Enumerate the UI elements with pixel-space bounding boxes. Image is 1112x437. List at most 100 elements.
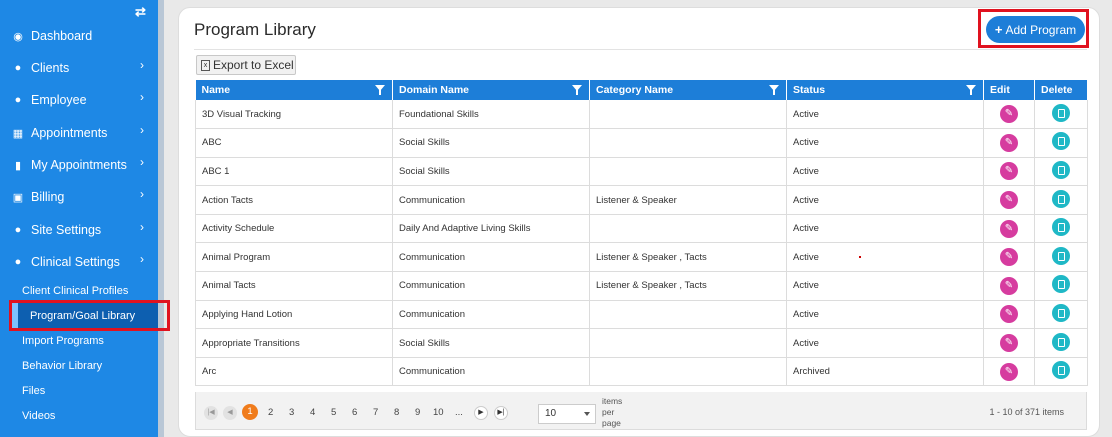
- column-header-category[interactable]: Category Name: [589, 80, 787, 100]
- page-link[interactable]: 5: [331, 407, 336, 418]
- sub-item-behavior-library[interactable]: Behavior Library: [22, 360, 102, 372]
- cell-status: Active: [786, 242, 984, 273]
- cell-category: [589, 357, 787, 387]
- page-link-more[interactable]: ...: [455, 407, 463, 418]
- cell-name: Arc: [195, 357, 393, 387]
- delete-icon[interactable]: [1052, 160, 1070, 179]
- cell-name: Action Tacts: [195, 185, 393, 215]
- sidebar-item-appointments[interactable]: ▦ Appointments ›: [0, 121, 158, 145]
- filter-icon[interactable]: [572, 85, 582, 95]
- delete-icon[interactable]: [1052, 361, 1070, 380]
- column-label: Domain Name: [399, 84, 470, 96]
- delete-icon[interactable]: [1052, 246, 1070, 265]
- highlight-box-add-program: [978, 9, 1089, 48]
- cell-status-text: Active: [793, 308, 819, 320]
- sidebar-item-billing[interactable]: ▣ Billing ›: [0, 185, 158, 209]
- edit-icon[interactable]: ✎: [1000, 219, 1018, 238]
- cell-delete: [1034, 357, 1088, 387]
- last-page-icon[interactable]: ▶|: [494, 406, 508, 420]
- cell-name: Animal Program: [195, 242, 393, 273]
- page-link[interactable]: 8: [394, 407, 399, 418]
- page-link[interactable]: 4: [310, 407, 315, 418]
- column-header-status[interactable]: Status: [786, 80, 984, 100]
- sidebar-item-site-settings[interactable]: ● Site Settings ›: [0, 218, 158, 242]
- table-row: Animal Tacts Communication Listener & Spea…: [195, 271, 1088, 301]
- cell-edit: ✎: [983, 271, 1035, 301]
- cell-edit: ✎: [983, 214, 1035, 244]
- page-link[interactable]: 3: [289, 407, 294, 418]
- cell-category-text: Listener & Speaker , Tacts: [596, 251, 707, 263]
- delete-icon[interactable]: [1052, 132, 1070, 151]
- cell-name-text: Action Tacts: [202, 194, 254, 206]
- cell-category: [589, 300, 787, 330]
- sub-item-files[interactable]: Files: [22, 385, 45, 397]
- sidebar: ⇄ ◉ Dashboard ● Clients › ● Employee › ▦…: [0, 0, 158, 437]
- cell-status: Active: [786, 128, 984, 158]
- filter-icon[interactable]: [375, 85, 385, 95]
- cell-status-text: Active: [793, 108, 819, 120]
- stray-dot: [858, 256, 861, 259]
- edit-icon[interactable]: ✎: [1000, 334, 1018, 353]
- sub-item-client-clinical-profiles[interactable]: Client Clinical Profiles: [22, 285, 128, 297]
- excel-icon: x: [201, 59, 210, 71]
- delete-icon[interactable]: [1052, 332, 1070, 351]
- cell-category: Listener & Speaker: [589, 185, 787, 215]
- edit-icon[interactable]: ✎: [1000, 362, 1018, 381]
- prev-page-icon[interactable]: ◀: [223, 406, 237, 420]
- delete-icon[interactable]: [1052, 303, 1070, 322]
- cell-domain-text: Communication: [399, 308, 465, 320]
- delete-icon[interactable]: [1052, 103, 1070, 122]
- sidebar-toggle-icon[interactable]: ⇄: [135, 4, 146, 20]
- edit-icon[interactable]: ✎: [1000, 305, 1018, 324]
- page-link[interactable]: 9: [415, 407, 420, 418]
- column-header-domain[interactable]: Domain Name: [392, 80, 590, 100]
- table-row: Animal Program Communication Listener & Sp…: [195, 242, 1088, 273]
- edit-icon[interactable]: ✎: [1000, 105, 1018, 124]
- main-panel: Program Library + Add Program x Export t…: [178, 7, 1100, 437]
- sidebar-item-employee[interactable]: ● Employee ›: [0, 88, 158, 112]
- sidebar-item-clients[interactable]: ● Clients ›: [0, 56, 158, 80]
- page-link[interactable]: 2: [268, 407, 273, 418]
- page-current[interactable]: 1: [242, 404, 258, 420]
- cell-status: Active: [786, 300, 984, 330]
- filter-icon[interactable]: [966, 85, 976, 95]
- cell-status-text: Active: [793, 251, 819, 263]
- edit-icon[interactable]: ✎: [1000, 191, 1018, 210]
- chevron-right-icon: ›: [140, 220, 144, 234]
- cell-domain: Communication: [392, 242, 590, 273]
- cell-status-text: Active: [793, 337, 819, 349]
- page-size-select[interactable]: 10: [538, 404, 596, 424]
- column-header-name[interactable]: Name: [195, 80, 393, 100]
- cell-domain: Communication: [392, 300, 590, 330]
- delete-icon[interactable]: [1052, 218, 1070, 237]
- page-size-label: items per page: [602, 396, 623, 428]
- cell-name: Applying Hand Lotion: [195, 300, 393, 330]
- sub-item-videos[interactable]: Videos: [22, 410, 55, 422]
- program-table: Name Domain Name Category Name Status Ed…: [195, 80, 1088, 387]
- export-excel-button[interactable]: x Export to Excel: [196, 55, 296, 75]
- edit-icon[interactable]: ✎: [1000, 162, 1018, 181]
- edit-icon[interactable]: ✎: [1000, 133, 1018, 152]
- delete-icon[interactable]: [1052, 189, 1070, 208]
- sidebar-item-label: Clinical Settings: [31, 255, 120, 269]
- sidebar-item-label: Clients: [31, 61, 70, 75]
- cell-delete: [1034, 271, 1088, 301]
- chevron-right-icon: ›: [140, 155, 144, 169]
- page-link[interactable]: 6: [352, 407, 357, 418]
- delete-icon[interactable]: [1052, 275, 1070, 294]
- sidebar-item-clinical-settings[interactable]: ● Clinical Settings ›: [0, 250, 158, 274]
- next-page-icon[interactable]: ▶: [474, 406, 488, 420]
- user-icon: ●: [14, 224, 22, 236]
- calendar-icon: ▦: [12, 127, 24, 140]
- page-link[interactable]: 7: [373, 407, 378, 418]
- page-link[interactable]: 10: [433, 407, 444, 418]
- edit-icon[interactable]: ✎: [1000, 248, 1018, 267]
- sidebar-item-my-appointments[interactable]: ▮ My Appointments ›: [0, 153, 158, 177]
- cell-delete: [1034, 300, 1088, 330]
- filter-icon[interactable]: [769, 85, 779, 95]
- first-page-icon[interactable]: |◀: [204, 406, 218, 420]
- sidebar-item-dashboard[interactable]: ◉ Dashboard: [0, 24, 158, 48]
- cell-status: Active: [786, 100, 984, 130]
- sub-item-import-programs[interactable]: Import Programs: [22, 335, 104, 347]
- edit-icon[interactable]: ✎: [1000, 276, 1018, 295]
